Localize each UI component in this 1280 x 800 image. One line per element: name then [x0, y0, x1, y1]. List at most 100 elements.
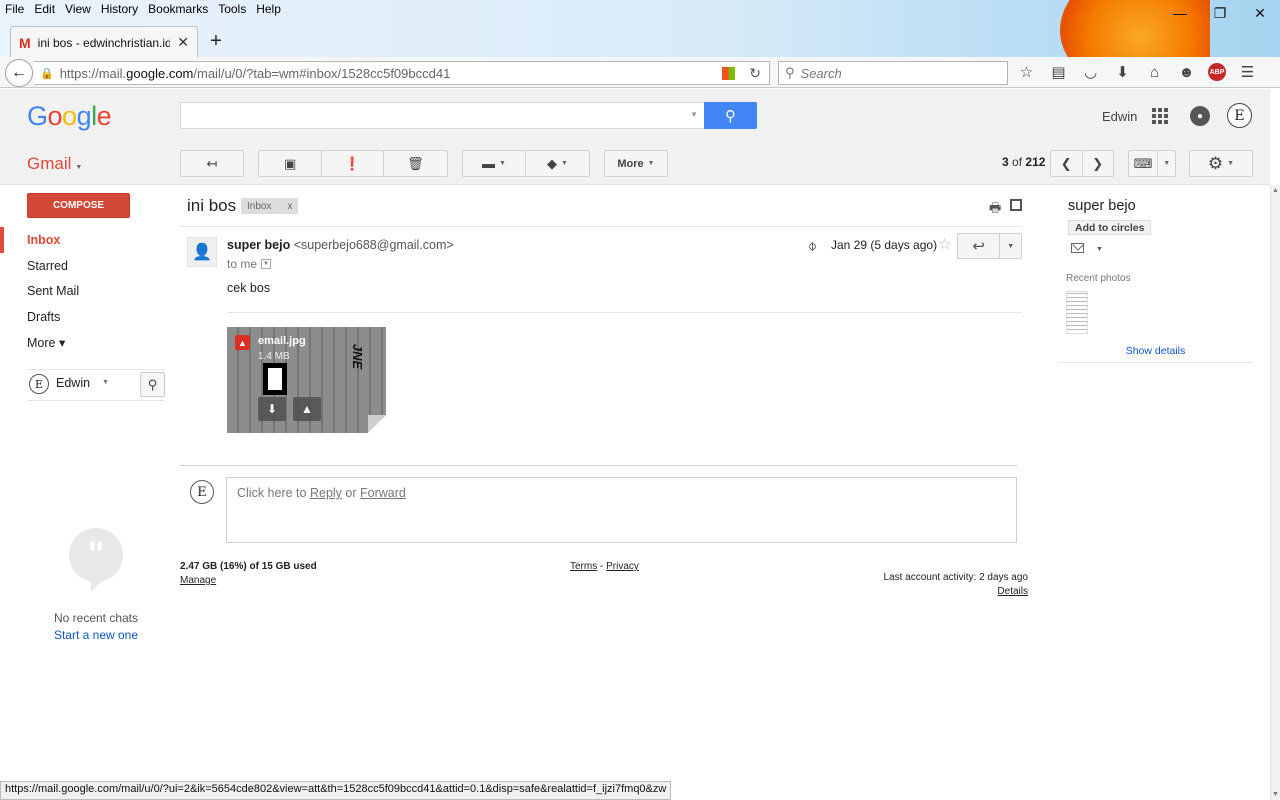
archive-button[interactable]: ▣ [259, 151, 323, 176]
more-actions-button[interactable]: More ▼ [604, 150, 668, 177]
start-new-chat-link[interactable]: Start a new one [0, 628, 192, 642]
menu-history[interactable]: History [96, 0, 143, 18]
hangouts-search-button[interactable]: ⚲ [140, 372, 165, 397]
sender-name[interactable]: super bejo [227, 238, 290, 252]
reload-icon[interactable]: ↻ [749, 65, 761, 82]
scroll-up-icon[interactable]: ▲ [1272, 187, 1279, 194]
storage-usage: 2.47 GB (16%) of 15 GB used [180, 561, 317, 572]
settings-button[interactable]: ⚙ ▼ [1189, 150, 1253, 177]
close-window-button[interactable]: ✕ [1240, 0, 1280, 26]
report-spam-button[interactable]: ❗ [322, 151, 384, 176]
page-fold-corner [368, 415, 386, 433]
add-to-circles-button[interactable]: Add to circles [1068, 220, 1152, 235]
apps-grid-icon[interactable] [1152, 108, 1168, 124]
quick-reply-box[interactable]: Click here to Reply or Forward [226, 477, 1017, 543]
search-options-dropdown-icon[interactable]: ▼ [690, 110, 698, 119]
menu-file[interactable]: File [0, 0, 29, 18]
contact-name[interactable]: super bejo [1068, 198, 1136, 214]
reading-list-icon[interactable]: ▤ [1048, 63, 1069, 81]
new-window-icon[interactable] [1010, 199, 1022, 211]
forward-link[interactable]: Forward [360, 486, 406, 500]
older-button[interactable]: ❯ [1083, 151, 1114, 176]
adblock-icon[interactable]: ABP [1208, 63, 1226, 81]
browser-search-placeholder: Search [800, 65, 842, 81]
mail-search-input[interactable]: ▼ [180, 102, 705, 129]
divider [227, 312, 1022, 313]
sender-avatar[interactable]: 👤 [187, 237, 217, 267]
account-avatar[interactable]: E [1227, 103, 1252, 128]
minimize-button[interactable]: — [1160, 0, 1200, 26]
menu-help[interactable]: Help [251, 0, 286, 18]
sidebar-item-more[interactable]: More ▾ [0, 330, 175, 356]
recent-photos-label: Recent photos [1066, 273, 1131, 284]
browser-tab-active[interactable]: M ini bos - edwinchristian.id... ✕ [10, 26, 198, 58]
my-avatar: E [190, 480, 214, 504]
maximize-button[interactable]: ❐ [1200, 0, 1240, 26]
email-options-dropdown-icon[interactable]: ▼ [1096, 246, 1103, 253]
site-identity-icon[interactable] [722, 67, 735, 80]
envelope-icon[interactable] [1071, 243, 1084, 253]
gear-icon: ⚙ [1207, 153, 1224, 173]
delete-button[interactable]: 🗑 [384, 151, 447, 176]
sidebar-item-drafts[interactable]: Drafts [0, 304, 175, 330]
settings-caret-icon: ▼ [1227, 160, 1235, 167]
remove-label-icon[interactable]: x [287, 201, 292, 212]
hangouts-status-dropdown-icon[interactable]: ▼ [102, 379, 109, 386]
back-to-inbox-button[interactable]: ↤ [180, 150, 244, 177]
recent-photo-thumbnail[interactable] [1066, 291, 1088, 334]
home-icon[interactable]: ⌂ [1144, 64, 1165, 81]
scroll-down-icon[interactable]: ▼ [1272, 791, 1279, 798]
save-to-drive-button[interactable]: ▲ [293, 397, 321, 421]
gmail-switcher[interactable]: Gmail ▼ [27, 154, 82, 174]
privacy-link[interactable]: Privacy [606, 561, 639, 572]
url-bar[interactable]: 🔒 https://mail. google.com/mail/u/0/?tab=… [34, 61, 770, 85]
page-scrollbar[interactable]: ▲ ▼ [1270, 185, 1280, 800]
new-tab-button[interactable]: + [206, 30, 226, 53]
show-details-dropdown-icon[interactable]: ▼ [261, 259, 272, 269]
download-icon[interactable]: ⬇ [1112, 63, 1133, 81]
inbox-label-chip[interactable]: Inbox x [241, 198, 299, 214]
sidebar-item-starred[interactable]: Starred [0, 253, 175, 279]
compose-button[interactable]: COMPOSE [27, 193, 130, 218]
hangouts-avatar[interactable]: E [29, 374, 49, 394]
menu-edit[interactable]: Edit [29, 0, 60, 18]
sidebar-item-sent-mail[interactable]: Sent Mail [0, 278, 175, 304]
reply-button[interactable]: ↩ [958, 234, 1001, 258]
browser-search-box[interactable]: ⚲ Search [778, 61, 1008, 85]
download-attachment-button[interactable]: ⬇ [258, 397, 286, 421]
attachment-preview-box [263, 363, 287, 395]
hangouts-user-name[interactable]: Edwin [56, 376, 90, 390]
keyboard-button[interactable]: ⌨ [1129, 151, 1159, 176]
tab-close-icon[interactable]: ✕ [177, 34, 189, 51]
menu-bookmarks[interactable]: Bookmarks [143, 0, 213, 18]
back-button[interactable]: ← [5, 59, 33, 87]
more-reply-options-button[interactable]: ▼ [1000, 234, 1021, 258]
input-tools-dropdown[interactable]: ▼ [1158, 151, 1175, 176]
search-button[interactable]: ⚲ [704, 102, 757, 129]
gmail-header: Google ▼ ⚲ Edwin ● E Gmail ▼ ↤ ▣ ❗ 🗑 ▬ ▼ ◆… [0, 89, 1270, 185]
show-details-link[interactable]: Show details [1058, 345, 1253, 357]
pocket-icon[interactable]: ◡ [1080, 63, 1101, 81]
sidebar-item-inbox[interactable]: Inbox [0, 227, 175, 253]
reply-link[interactable]: Reply [310, 486, 342, 500]
notifications-bell-icon[interactable]: ● [1190, 106, 1210, 126]
star-icon[interactable]: ☆ [938, 235, 951, 253]
account-name[interactable]: Edwin [1102, 109, 1137, 124]
inbox-chip-label: Inbox [247, 200, 272, 212]
google-logo[interactable]: Google [27, 101, 112, 132]
chat-icon[interactable]: ☻ [1176, 64, 1197, 81]
hamburger-menu-icon[interactable]: ☰ [1237, 63, 1258, 81]
newer-button[interactable]: ❮ [1051, 151, 1083, 176]
attachment-card[interactable]: JNE ▲ email.jpg 1.4 MB ⬇ ▲ [227, 327, 386, 433]
print-icon[interactable]: 🖶 [989, 199, 1001, 221]
menu-view[interactable]: View [60, 0, 96, 18]
terms-link[interactable]: Terms [570, 561, 597, 572]
labels-button[interactable]: ◆ ▼ [526, 151, 589, 176]
activity-details-link[interactable]: Details [850, 586, 1028, 597]
back-arrow-icon: ↤ [206, 155, 218, 171]
move-to-button[interactable]: ▬ ▼ [463, 151, 527, 176]
menu-tools[interactable]: Tools [213, 0, 251, 18]
manage-storage-link[interactable]: Manage [180, 575, 216, 586]
bookmark-star-icon[interactable]: ☆ [1016, 63, 1037, 81]
move-caret-icon: ▼ [499, 160, 506, 167]
